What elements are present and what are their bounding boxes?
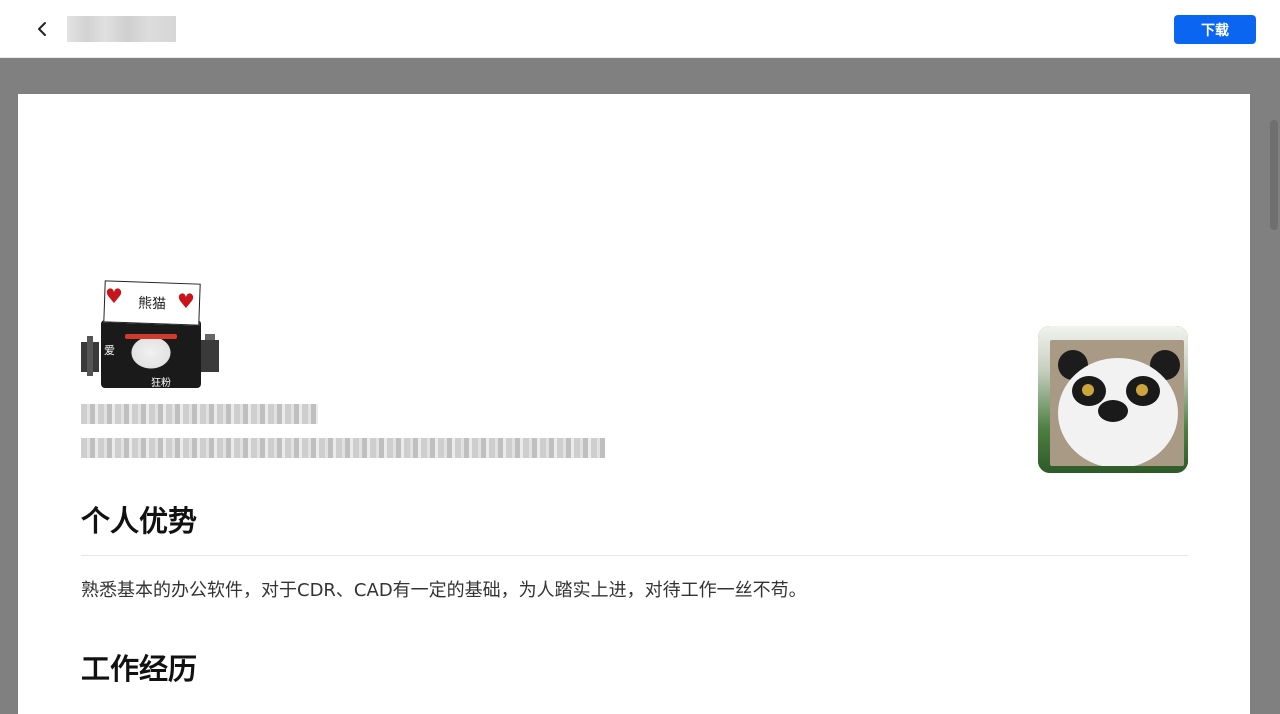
vertical-scrollbar[interactable] (1270, 120, 1278, 230)
chevron-left-icon (38, 22, 46, 36)
strengths-text: 熟悉基本的办公软件，对于CDR、CAD有一定的基础，为人踏实上进，对待工作一丝不… (81, 580, 807, 601)
download-button[interactable]: 下载 (1174, 15, 1256, 44)
document-title-redacted (67, 16, 176, 42)
profile-photo (1038, 326, 1188, 473)
top-toolbar: 下载 (0, 0, 1280, 58)
sticker-headband (125, 334, 177, 339)
panda-meme-sticker: 熊猫 ♥ ♥ 爱 狂粉 (101, 280, 201, 389)
heart-icon: ♥ (105, 284, 123, 308)
section-divider (81, 555, 1188, 556)
resume-page: 熊猫 ♥ ♥ 爱 狂粉 个人优势 熟悉基本的办公软件，对于CDR、CAD有一定的… (18, 94, 1250, 714)
sticker-bottom-text: 狂粉 (151, 378, 171, 389)
sticker-sign-text: 熊猫 (137, 295, 167, 313)
basic-info-redacted (81, 404, 318, 424)
section-title-strengths: 个人优势 (81, 504, 198, 538)
heart-icon: ♥ (177, 289, 195, 313)
job-intent-redacted (81, 438, 605, 458)
back-button[interactable] (32, 18, 54, 40)
section-title-experience: 工作经历 (81, 652, 198, 686)
sticker-left-text: 爱 (104, 344, 115, 357)
